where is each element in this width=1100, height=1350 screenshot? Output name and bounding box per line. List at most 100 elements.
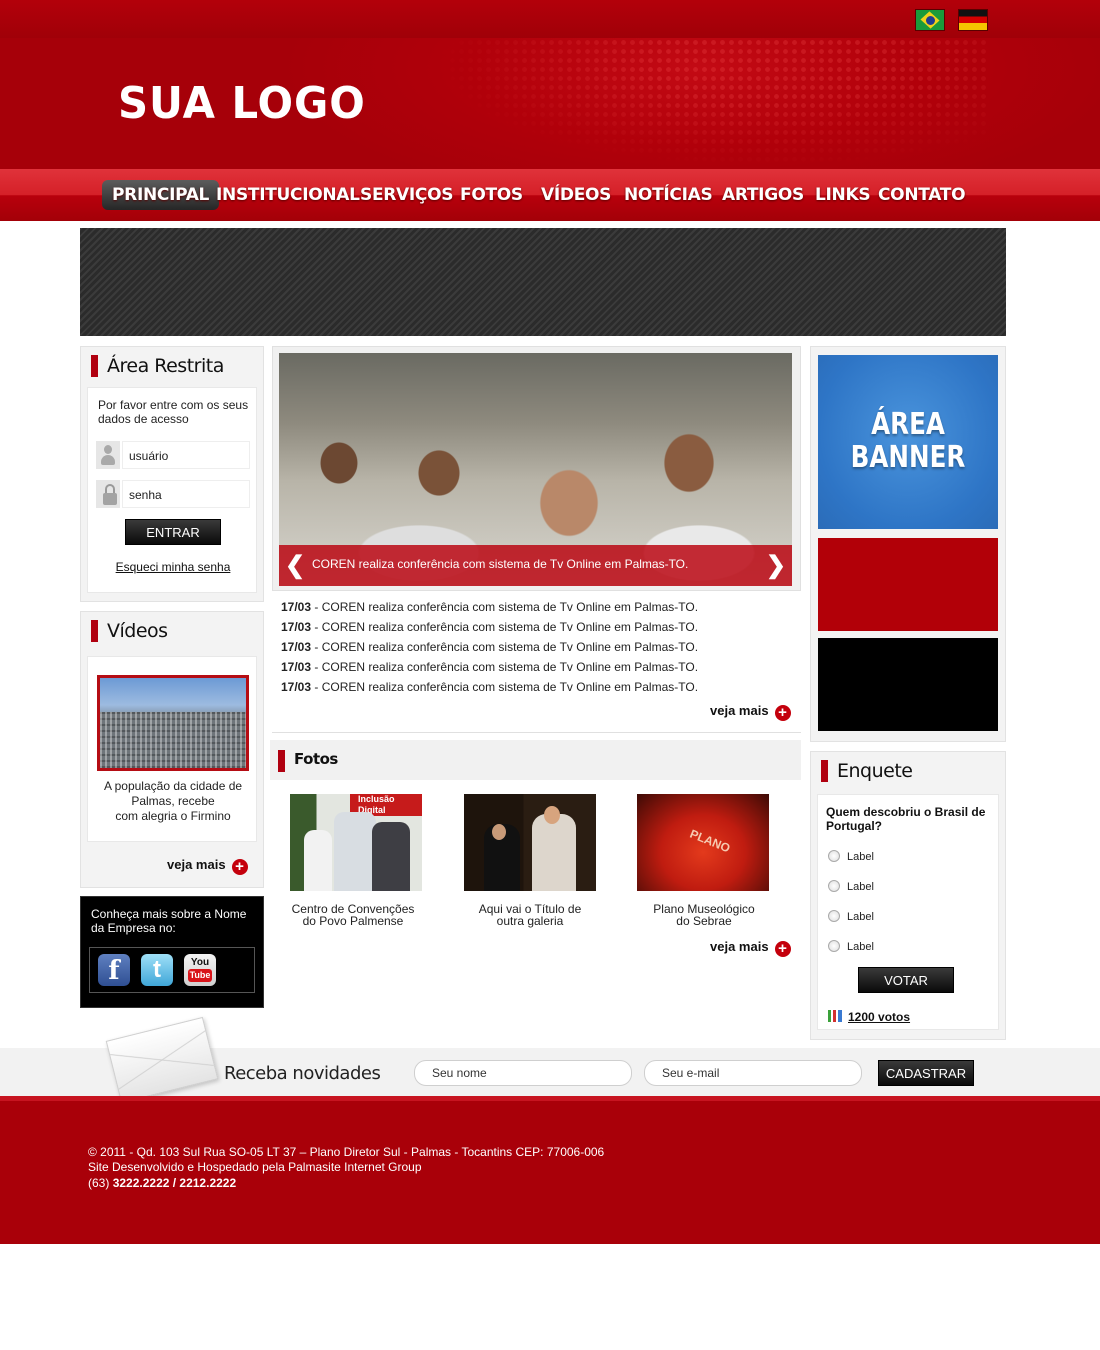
fotos-header: Fotos — [270, 740, 801, 780]
gallery-photo[interactable]: PLANO — [637, 794, 769, 891]
radio-button[interactable] — [828, 850, 840, 862]
plus-icon: + — [774, 941, 791, 957]
video-thumbnail[interactable] — [97, 675, 249, 771]
nav-principal[interactable]: PRINCIPAL — [102, 180, 220, 210]
nav-artigos[interactable]: ARTIGOS — [722, 180, 804, 210]
news-item[interactable]: 17/03 - COREN realiza conferência com si… — [281, 660, 801, 680]
news-more-link[interactable]: veja mais + — [710, 703, 791, 721]
radio-button[interactable] — [828, 940, 840, 952]
fotos-more-link[interactable]: veja mais + — [710, 939, 791, 957]
brazil-flag-icon[interactable] — [915, 9, 945, 31]
poll-option[interactable]: Label — [828, 880, 874, 896]
area-banner[interactable]: ÁREA BANNER — [818, 355, 998, 529]
divider — [272, 732, 801, 733]
top-banner[interactable] — [80, 228, 1006, 336]
plus-icon: + — [231, 859, 248, 875]
footer-phone-numbers: 3222.2222 / 2212.2222 — [112, 1176, 237, 1190]
login-form: Por favor entre com os seus dados de ace… — [87, 387, 257, 593]
social-text: Conheça mais sobre a Nome da Empresa no: — [91, 907, 247, 935]
newsletter-email-input[interactable]: Seu e-mail — [644, 1060, 862, 1086]
videos-more-link[interactable]: veja mais + — [167, 857, 248, 875]
news-title[interactable]: - COREN realiza conferência com sistema … — [311, 640, 698, 654]
nav-noticias[interactable]: NOTÍCIAS — [624, 180, 713, 210]
gallery-caption[interactable]: Plano Museológico do Sebrae — [619, 903, 789, 927]
youtube-icon[interactable]: You Tube — [184, 954, 216, 986]
bar-chart-icon — [828, 1010, 842, 1022]
nav-links[interactable]: LINKS — [815, 180, 871, 210]
gallery-caption[interactable]: Centro de Convenções do Povo Palmense — [268, 903, 438, 927]
footer-phones: (63) 3222.2222 / 2212.2222 — [88, 1176, 236, 1190]
gallery-caption[interactable]: Aqui vai o Título de outra galeria — [445, 903, 615, 927]
news-slider: ❮ COREN realiza conferência com sistema … — [272, 346, 801, 591]
gallery-caption-line: outra galeria — [496, 914, 564, 928]
nav-contato[interactable]: CONTATO — [878, 180, 966, 210]
envelope-icon — [105, 1016, 219, 1104]
news-title[interactable]: - COREN realiza conferência com sistema … — [311, 600, 698, 614]
videos-panel: Vídeos A população da cidade de Palmas, … — [80, 611, 264, 888]
plus-icon: + — [774, 705, 791, 721]
username-input[interactable]: usuário — [122, 441, 250, 469]
video-caption-line-1: A população da cidade de — [103, 779, 243, 793]
votes-link[interactable]: 1200 votos — [828, 1010, 910, 1024]
footer-area-code: (63) — [88, 1176, 113, 1190]
newsletter-name-input[interactable]: Seu nome — [414, 1060, 632, 1086]
news-item[interactable]: 17/03 - COREN realiza conferência com si… — [281, 640, 801, 660]
newsletter-label: Receba novidades — [224, 1063, 381, 1084]
poll-option-label: Label — [847, 911, 874, 923]
nav-servicos[interactable]: SERVIÇOS — [360, 180, 454, 210]
photo-inscription: PLANO — [687, 826, 733, 856]
user-icon — [96, 441, 120, 469]
header-dot-pattern — [430, 38, 990, 169]
gallery-photo[interactable] — [464, 794, 596, 891]
radio-button[interactable] — [828, 880, 840, 892]
slider-caption[interactable]: COREN realiza conferência com sistema de… — [312, 557, 688, 571]
newsletter-bar: Receba novidades Seu nome Seu e-mail CAD… — [0, 1016, 1100, 1104]
site-logo[interactable]: SUA LOGO — [118, 78, 366, 129]
next-arrow-icon[interactable]: ❯ — [766, 551, 786, 580]
gallery-photo[interactable]: Inclusão Digital — [290, 794, 422, 891]
vote-button[interactable]: VOTAR — [858, 967, 954, 993]
poll-option-label: Label — [847, 881, 874, 893]
news-item[interactable]: 17/03 - COREN realiza conferência com si… — [281, 600, 801, 620]
poll-option-label: Label — [847, 941, 874, 953]
subscribe-button[interactable]: CADASTRAR — [878, 1060, 974, 1086]
news-title[interactable]: - COREN realiza conferência com sistema … — [311, 660, 698, 674]
news-item[interactable]: 17/03 - COREN realiza conferência com si… — [281, 620, 801, 640]
fotos-more-label: veja mais — [710, 939, 769, 954]
news-date: 17/03 — [281, 660, 312, 674]
news-title[interactable]: - COREN realiza conferência com sistema … — [311, 620, 698, 634]
password-input[interactable]: senha — [122, 480, 250, 508]
fotos-title: Fotos — [278, 750, 338, 772]
youtube-tube-label: Tube — [188, 969, 212, 982]
germany-flag-icon[interactable] — [958, 9, 988, 31]
forgot-password-link[interactable]: Esqueci minha senha — [88, 560, 258, 574]
news-date: 17/03 — [281, 600, 312, 614]
radio-button[interactable] — [828, 910, 840, 922]
footer-credits: Site Desenvolvido e Hospedado pela Palma… — [88, 1160, 422, 1174]
twitter-icon[interactable]: t — [141, 954, 173, 986]
video-caption[interactable]: A população da cidade de Palmas, recebe … — [88, 779, 258, 824]
red-banner[interactable] — [818, 538, 998, 631]
area-banner-line-2: BANNER — [850, 440, 966, 475]
news-list: 17/03 - COREN realiza conferência com si… — [281, 600, 801, 700]
nav-institucional[interactable]: INSTITUCIONAL — [216, 180, 360, 210]
login-panel: Área Restrita Por favor entre com os seu… — [80, 346, 264, 602]
nav-fotos[interactable]: FOTOS — [460, 180, 523, 210]
username-field[interactable]: usuário — [96, 441, 252, 469]
poll-option[interactable]: Label — [828, 850, 874, 866]
news-item[interactable]: 17/03 - COREN realiza conferência com si… — [281, 680, 801, 700]
poll-option[interactable]: Label — [828, 910, 874, 926]
facebook-icon[interactable]: f — [98, 954, 130, 986]
nav-videos[interactable]: VÍDEOS — [541, 180, 611, 210]
gallery-caption-line: do Sebrae — [676, 914, 732, 928]
password-field[interactable]: senha — [96, 480, 252, 508]
banner-column: ÁREA BANNER — [810, 346, 1006, 742]
black-banner[interactable] — [818, 638, 998, 731]
login-button[interactable]: ENTRAR — [125, 519, 221, 545]
youtube-you-label: You — [190, 957, 210, 968]
prev-arrow-icon[interactable]: ❮ — [285, 551, 305, 580]
news-title[interactable]: - COREN realiza conferência com sistema … — [311, 680, 698, 694]
gallery-caption-line: do Povo Palmense — [302, 914, 404, 928]
poll-option[interactable]: Label — [828, 940, 874, 956]
news-more-label: veja mais — [710, 703, 769, 718]
